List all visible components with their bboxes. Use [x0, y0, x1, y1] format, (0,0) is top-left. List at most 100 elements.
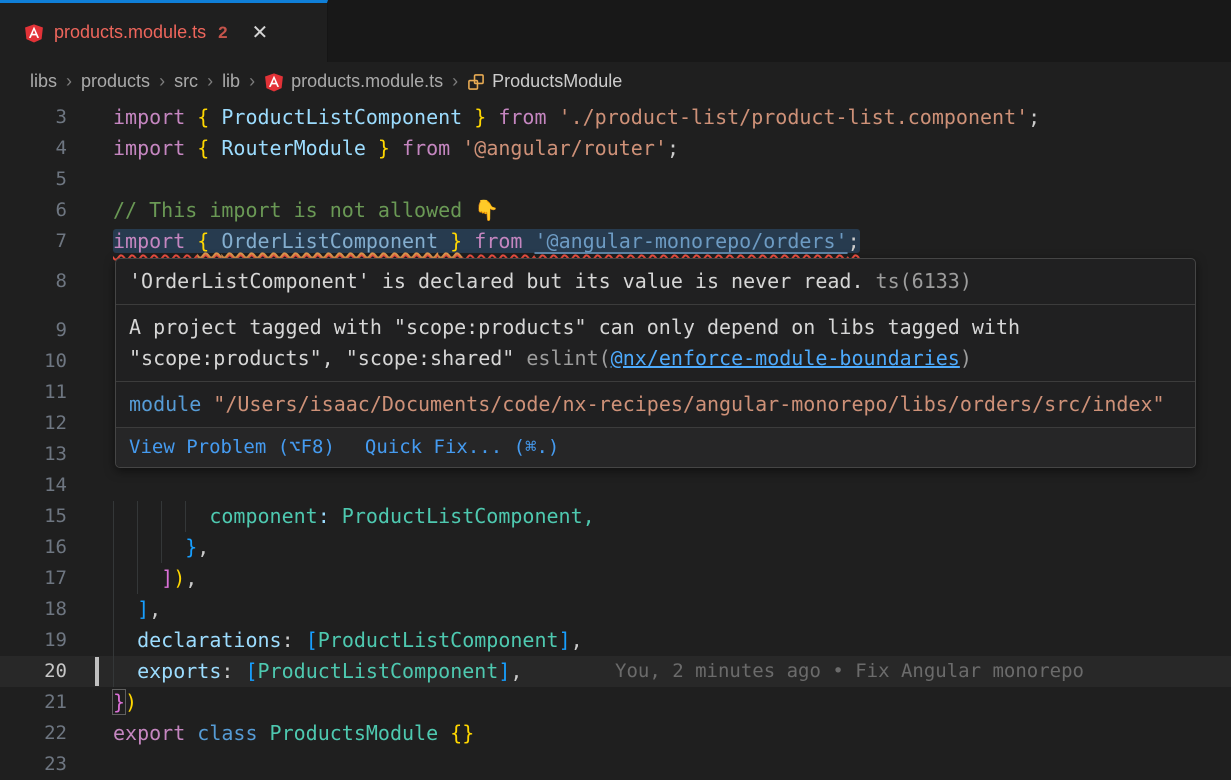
line-content: },: [113, 532, 1231, 563]
indent-guide: [161, 501, 162, 532]
line-number: 18: [0, 594, 100, 625]
line-number: 19: [0, 625, 100, 656]
breadcrumb-separator: ›: [159, 71, 165, 92]
code-line-15[interactable]: 15 component: ProductListComponent,: [0, 501, 1231, 532]
indent-guide: [137, 563, 138, 594]
line-number: 8: [0, 266, 100, 297]
view-problem-action[interactable]: View Problem (⌥F8): [129, 432, 335, 463]
hover-status-bar: View Problem (⌥F8) Quick Fix... (⌘.): [116, 428, 1195, 467]
quick-fix-action[interactable]: Quick Fix... (⌘.): [365, 432, 559, 463]
code-line-14[interactable]: 14: [0, 470, 1231, 501]
angular-icon: [264, 71, 284, 91]
line-number: 7: [0, 226, 100, 257]
line-number: 11: [0, 377, 100, 408]
class-icon: [467, 72, 485, 90]
breadcrumb-label: products: [81, 71, 150, 92]
line-text: import { ProductListComponent } from './…: [113, 105, 1040, 129]
breadcrumb-item-products[interactable]: products: [81, 71, 150, 92]
tab-label: products.module.ts: [54, 22, 206, 43]
code-editor[interactable]: 3 import { ProductListComponent } from '.…: [0, 100, 1231, 780]
breadcrumb-item-productsmodule[interactable]: ProductsModule: [467, 71, 622, 92]
indent-guide: [113, 625, 114, 656]
line-number: 13: [0, 439, 100, 470]
indent-guide: [113, 563, 114, 594]
line-content: [113, 749, 1231, 780]
rule-doc-link[interactable]: @nx/enforce-module-boundaries: [611, 346, 960, 370]
breadcrumb-separator: ›: [66, 71, 72, 92]
hover-message-1: 'OrderListComponent' is declared but its…: [116, 259, 1195, 305]
breadcrumb-label: products.module.ts: [291, 71, 443, 92]
line-content: declarations: [ProductListComponent],: [113, 625, 1231, 656]
breadcrumb-separator: ›: [207, 71, 213, 92]
code-line-3[interactable]: 3 import { ProductListComponent } from '.…: [0, 102, 1231, 133]
breadcrumb-separator: ›: [249, 71, 255, 92]
line-text: ],: [113, 597, 161, 621]
code-line-6[interactable]: 6 // This import is not allowed 👇: [0, 195, 1231, 226]
hover-sections: 'OrderListComponent' is declared but its…: [116, 259, 1195, 428]
code-line-17[interactable]: 17 ]),: [0, 563, 1231, 594]
line-content: component: ProductListComponent,: [113, 501, 1231, 532]
error-hover-popup: 'OrderListComponent' is declared but its…: [115, 258, 1196, 468]
breadcrumb-label: libs: [30, 71, 57, 92]
line-number: 16: [0, 532, 100, 563]
line-content: [113, 164, 1231, 195]
line-number: 12: [0, 408, 100, 439]
line-number: 6: [0, 195, 100, 226]
code-line-5[interactable]: 5: [0, 164, 1231, 195]
hover-message-2: A project tagged with "scope:products" c…: [116, 305, 1195, 382]
code-line-21[interactable]: 21}): [0, 687, 1231, 718]
text-cursor: [95, 657, 99, 686]
line-text: // This import is not allowed 👇: [113, 198, 499, 222]
tab-products-module[interactable]: products.module.ts 2 ✕: [0, 0, 328, 62]
line-text: import { OrderListComponent } from '@ang…: [113, 229, 860, 253]
line-content: ]),: [113, 563, 1231, 594]
code-line-4[interactable]: 4import { RouterModule } from '@angular/…: [0, 133, 1231, 164]
breadcrumb-item-lib[interactable]: lib: [222, 71, 240, 92]
indent-guide: [137, 532, 138, 563]
line-number: 9: [0, 315, 100, 346]
git-blame-annotation: You, 2 minutes ago • Fix Angular monorep…: [615, 656, 1084, 687]
line-number: 15: [0, 501, 100, 532]
line-number: 14: [0, 470, 100, 501]
line-number: 3: [0, 102, 100, 133]
indent-guide: [113, 594, 114, 625]
line-text: exports: [ProductListComponent],: [113, 659, 522, 683]
line-text: export class ProductsModule {}: [113, 721, 474, 745]
line-text: import { RouterModule } from '@angular/r…: [113, 136, 679, 160]
line-content: import { RouterModule } from '@angular/r…: [113, 133, 1231, 164]
angular-icon: [24, 23, 44, 43]
line-number: 21: [0, 687, 100, 718]
indent-guide: [185, 501, 186, 532]
code-line-16[interactable]: 16 },: [0, 532, 1231, 563]
breadcrumb-item-libs[interactable]: libs: [30, 71, 57, 92]
line-content: ],: [113, 594, 1231, 625]
breadcrumb: libs › products › src › lib › products.module.ts…: [0, 62, 1231, 100]
code-line-7[interactable]: 7 import { OrderListComponent } from '@an…: [0, 226, 1231, 257]
indent-guide: [161, 532, 162, 563]
breadcrumb-label: ProductsModule: [492, 71, 622, 92]
line-content: [113, 470, 1231, 501]
line-content: import { OrderListComponent } from '@ang…: [113, 226, 1231, 257]
code-line-23[interactable]: 23: [0, 749, 1231, 780]
code-line-20[interactable]: 20 exports: [ProductListComponent],You, …: [0, 656, 1231, 687]
code-line-22[interactable]: 22 export class ProductsModule {}: [0, 718, 1231, 749]
line-content: export class ProductsModule {}: [113, 718, 1231, 749]
code-line-19[interactable]: 19 declarations: [ProductListComponent],: [0, 625, 1231, 656]
indent-guide: [113, 501, 114, 532]
close-icon[interactable]: ✕: [252, 23, 269, 43]
hover-message-3: module "/Users/isaac/Documents/code/nx-r…: [116, 382, 1195, 428]
breadcrumb-item-src[interactable]: src: [174, 71, 198, 92]
line-text: declarations: [ProductListComponent],: [113, 628, 583, 652]
indent-guide: [113, 656, 114, 687]
line-content: import { ProductListComponent } from './…: [113, 102, 1231, 133]
breadcrumb-item-products-module-ts[interactable]: products.module.ts: [264, 71, 443, 92]
line-content: // This import is not allowed 👇: [113, 195, 1231, 226]
line-number: 10: [0, 346, 100, 377]
breadcrumb-label: src: [174, 71, 198, 92]
code-line-18[interactable]: 18 ],: [0, 594, 1231, 625]
line-number: 22: [0, 718, 100, 749]
indent-guide: [137, 501, 138, 532]
tab-bar: products.module.ts 2 ✕: [0, 0, 1231, 62]
line-number: 5: [0, 164, 100, 195]
line-text: ]),: [113, 566, 197, 590]
